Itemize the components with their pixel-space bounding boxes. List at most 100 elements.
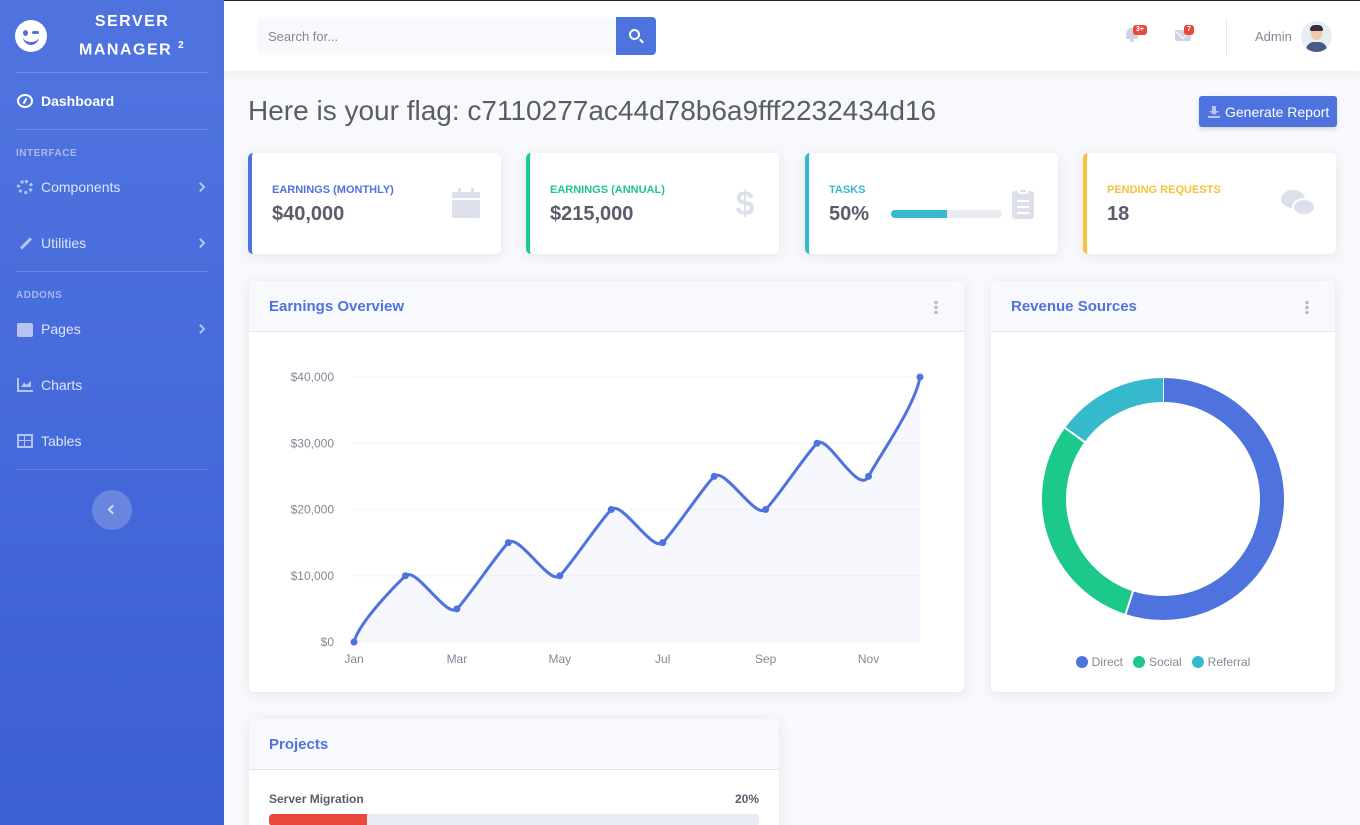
generate-report-button[interactable]: Generate Report	[1199, 96, 1337, 127]
stat-card-tasks: TASKS 50%	[805, 153, 1058, 254]
stat-card-pending-requests: PENDING REQUESTS 18	[1083, 153, 1336, 254]
search-form	[257, 17, 656, 55]
legend-label: Direct	[1091, 655, 1123, 669]
search-input[interactable]	[257, 17, 616, 55]
chevron-right-icon	[195, 238, 206, 248]
sidebar-item-label: Tables	[41, 433, 82, 449]
download-icon	[1208, 105, 1220, 118]
legend-item-social[interactable]: Social	[1132, 655, 1182, 669]
data-point[interactable]	[659, 539, 667, 547]
sidebar-item-components[interactable]: Components	[0, 159, 224, 215]
avatar[interactable]	[1301, 21, 1332, 52]
data-point[interactable]	[350, 638, 358, 646]
project-name: Server Migration	[269, 792, 364, 806]
pie-slice-direct[interactable]	[1125, 378, 1284, 620]
sidebar-divider	[16, 469, 208, 470]
stat-label: EARNINGS (MONTHLY)	[272, 184, 394, 196]
data-point[interactable]	[401, 572, 409, 580]
sidebar-divider	[16, 129, 208, 130]
chart-legend: Direct Social Referral	[991, 655, 1335, 669]
stat-value: 50%	[829, 203, 870, 225]
card-header: Projects	[249, 719, 779, 770]
revenue-doughnut-chart	[1042, 377, 1284, 620]
x-tick-label: Jan	[344, 652, 363, 666]
chevron-right-icon	[195, 182, 206, 192]
data-point[interactable]	[916, 373, 924, 381]
generate-report-label: Generate Report	[1225, 103, 1330, 120]
sidebar-item-utilities[interactable]: Utilities	[0, 215, 224, 271]
wrench-icon	[17, 236, 33, 250]
ellipsis-v-icon[interactable]	[1305, 300, 1309, 314]
x-tick-label: Mar	[447, 652, 468, 666]
card-header: Earnings Overview	[249, 281, 964, 332]
x-tick-label: Sep	[755, 652, 777, 666]
legend-item-direct[interactable]: Direct	[1075, 655, 1123, 669]
stat-value: 18	[1107, 203, 1130, 225]
brand-link[interactable]: SERVER MANAGER 2	[0, 0, 224, 72]
y-tick-label: $10,000	[291, 569, 335, 583]
dollar-icon: $	[735, 185, 755, 223]
topbar: 3+ 7 Admin	[224, 0, 1360, 71]
project-percent: 20%	[734, 792, 759, 806]
cog-icon	[17, 180, 33, 194]
y-tick-label: $40,000	[291, 370, 335, 384]
card-header: Revenue Sources	[991, 281, 1335, 332]
data-point[interactable]	[504, 539, 512, 547]
data-point[interactable]	[865, 472, 873, 480]
y-tick-label: $0	[321, 635, 335, 649]
legend-swatch	[1132, 656, 1145, 668]
sidebar-item-dashboard[interactable]: Dashboard	[0, 73, 224, 129]
messages-badge: 7	[1184, 25, 1194, 35]
ellipsis-v-icon[interactable]	[934, 300, 938, 314]
messages-button[interactable]: 7	[1175, 25, 1194, 43]
data-point[interactable]	[556, 572, 564, 580]
sidebar-item-tables[interactable]: Tables	[0, 413, 224, 469]
calendar-icon	[452, 188, 482, 220]
data-point[interactable]	[607, 506, 615, 513]
page-title: Here is your flag: c7110277ac44d78b6a9ff…	[248, 95, 937, 126]
sidebar: SERVER MANAGER 2 Dashboard INTERFACE Com…	[0, 0, 224, 825]
stat-value: $40,000	[272, 203, 345, 225]
search-button[interactable]	[616, 17, 656, 55]
stat-label: EARNINGS (ANNUAL)	[550, 184, 665, 196]
sidebar-item-label: Pages	[41, 321, 81, 337]
legend-item-referral[interactable]: Referral	[1191, 655, 1250, 669]
sidebar-item-label: Utilities	[41, 235, 87, 251]
earnings-overview-card: Earnings Overview $0 $10,000 $20,000 $30,00…	[249, 281, 964, 692]
stat-card-earnings-monthly: EARNINGS (MONTHLY) $40,000	[248, 153, 501, 254]
laugh-wink-icon	[15, 20, 47, 52]
user-name[interactable]: Admin	[1255, 29, 1292, 44]
sidebar-divider	[16, 271, 208, 272]
pie-slice-social[interactable]	[1042, 427, 1134, 615]
revenue-sources-card: Revenue Sources Direct Social Referral	[991, 281, 1335, 692]
data-point[interactable]	[710, 472, 718, 480]
chart-area-icon	[17, 378, 33, 392]
brand-name: SERVER MANAGER 2	[79, 12, 186, 59]
alerts-badge: 3+	[1133, 25, 1147, 35]
sidebar-item-charts[interactable]: Charts	[0, 357, 224, 413]
sidebar-item-label: Components	[41, 179, 121, 195]
comments-icon	[1281, 188, 1317, 220]
project-progress-bar	[269, 814, 759, 825]
x-tick-label: Nov	[858, 652, 879, 666]
tachometer-icon	[17, 94, 33, 108]
data-point[interactable]	[813, 439, 821, 447]
pie-slice-referral[interactable]	[1065, 378, 1164, 443]
sidebar-item-pages[interactable]: Pages	[0, 301, 224, 357]
stat-label: TASKS	[829, 184, 866, 196]
data-point[interactable]	[453, 605, 461, 613]
data-point[interactable]	[762, 506, 770, 513]
stat-label: PENDING REQUESTS	[1107, 184, 1221, 196]
y-tick-label: $20,000	[291, 503, 335, 517]
legend-label: Social	[1148, 655, 1182, 669]
legend-swatch	[1191, 656, 1204, 668]
stat-card-earnings-annual: EARNINGS (ANNUAL) $215,000 $	[526, 153, 779, 254]
y-tick-label: $30,000	[291, 436, 335, 450]
search-icon	[629, 29, 640, 40]
alerts-button[interactable]: 3+	[1124, 25, 1147, 43]
sidebar-toggle-button[interactable]	[92, 490, 132, 530]
folder-icon	[17, 323, 33, 337]
chevron-right-icon	[195, 324, 206, 334]
projects-card: Projects Server Migration 20%	[249, 719, 779, 825]
sidebar-heading-addons: ADDONS	[16, 290, 63, 301]
